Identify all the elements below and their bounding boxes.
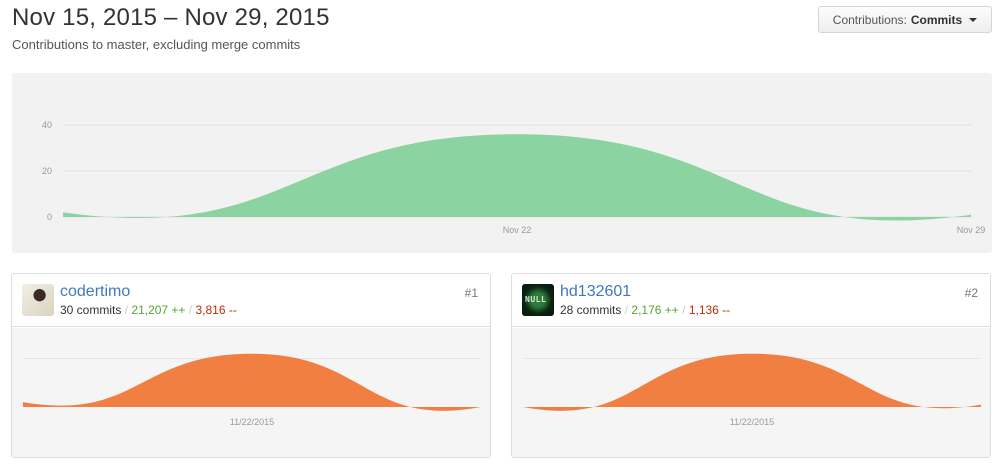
contributor-rank: #1 (464, 286, 478, 300)
contributions-type-dropdown[interactable]: Contributions: Commits (818, 6, 992, 33)
deletions-count: 3,816 -- (195, 303, 237, 317)
contributor-graph: 2011/22/2015 (512, 328, 990, 457)
page-title: Nov 15, 2015 – Nov 29, 2015 (12, 4, 330, 31)
x-tick-label: Nov 22 (503, 225, 532, 235)
x-tick-label: Nov 29 (957, 225, 986, 235)
contributor-card-header: NULL hd132601 28 commits / 2,176 ++ / 1,… (512, 274, 990, 327)
x-tick-label: 11/22/2015 (730, 417, 774, 427)
additions-count: 2,176 ++ (631, 303, 679, 317)
stats-separator: / (624, 303, 629, 317)
y-tick-label: 40 (42, 120, 52, 130)
avatar[interactable]: NULL (522, 284, 554, 316)
area-series (63, 134, 971, 221)
contributions-graph: 0 20 40 Nov 22 Nov 29 (12, 73, 992, 253)
contributor-username-link[interactable]: hd132601 (560, 283, 631, 301)
stats-separator: / (188, 303, 193, 317)
area-series (23, 353, 481, 411)
contributor-rank: #2 (964, 286, 978, 300)
stats-separator: / (682, 303, 686, 317)
y-tick-label: 0 (47, 212, 52, 222)
commit-count: 28 commits (560, 303, 622, 317)
contributions-chart-svg: 0 20 40 Nov 22 Nov 29 (42, 120, 986, 235)
page-subtitle: Contributions to master, excluding merge… (12, 37, 301, 52)
deletions-count: 1,136 -- (688, 303, 731, 317)
x-tick-label: 11/22/2015 (230, 417, 274, 427)
y-tick-label: 20 (42, 166, 52, 176)
commit-count: 30 commits (60, 303, 122, 317)
dropdown-selected: Commits (910, 12, 963, 27)
dropdown-prefix: Contributions: (832, 12, 907, 27)
stats-separator: / (124, 303, 129, 317)
contributor-card: NULL hd132601 28 commits / 2,176 ++ / 1,… (511, 273, 991, 458)
contributor-username-link[interactable]: codertimo (60, 283, 130, 301)
contributor-stats: 30 commits / 21,207 ++ / 3,816 -- (60, 303, 237, 317)
contributor-card-header: codertimo 30 commits / 21,207 ++ / 3,816… (12, 274, 490, 327)
chevron-down-icon (969, 18, 978, 22)
additions-count: 21,207 ++ (131, 303, 186, 317)
area-series (523, 353, 981, 411)
avatar[interactable] (22, 284, 54, 316)
contributor-chart-svg: 2011/22/2015 (23, 353, 481, 427)
contributor-chart-svg: 2011/22/2015 (523, 353, 981, 427)
contributor-card: codertimo 30 commits / 21,207 ++ / 3,816… (11, 273, 491, 458)
contributor-graph: 2011/22/2015 (12, 328, 490, 457)
avatar-text: NULL (525, 295, 547, 304)
contributor-stats: 28 commits / 2,176 ++ / 1,136 -- (560, 303, 730, 317)
